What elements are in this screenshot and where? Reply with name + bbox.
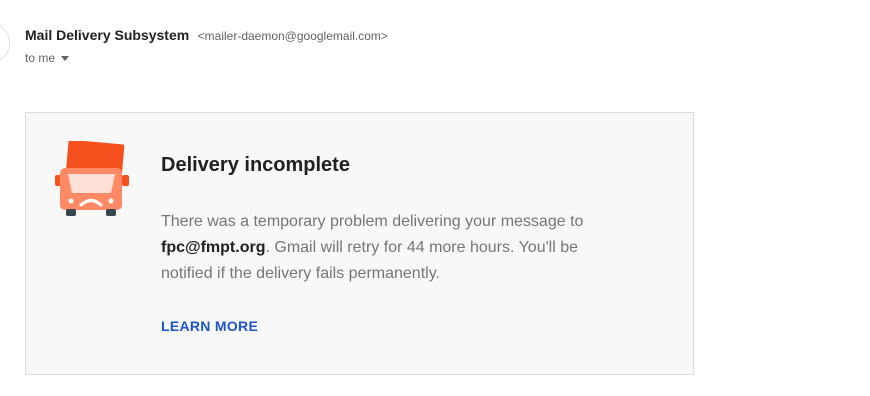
recipient-details-toggle[interactable]: to me	[25, 49, 70, 67]
message-text-before: There was a temporary problem delivering…	[161, 213, 584, 230]
notice-title: Delivery incomplete	[161, 154, 350, 176]
sender-avatar[interactable]	[0, 22, 10, 64]
sad-delivery-truck-icon	[55, 141, 129, 216]
sender-email: <mailer-daemon@googlemail.com>	[197, 29, 388, 43]
caret-down-icon[interactable]	[61, 56, 70, 61]
delivery-notice-card: Delivery incomplete There was a temporar…	[25, 112, 694, 375]
sender-line: Mail Delivery Subsystem <mailer-daemon@g…	[25, 26, 388, 45]
sender-name[interactable]: Mail Delivery Subsystem	[25, 27, 189, 43]
notice-message: There was a temporary problem delivering…	[161, 209, 631, 287]
message-header: Mail Delivery Subsystem <mailer-daemon@g…	[25, 26, 388, 67]
learn-more-link[interactable]: LEARN MORE	[161, 318, 258, 334]
recipient-label: to me	[25, 51, 56, 65]
email-view: Mail Delivery Subsystem <mailer-daemon@g…	[0, 0, 870, 396]
recipient-address: fpc@fmpt.org	[161, 239, 266, 256]
